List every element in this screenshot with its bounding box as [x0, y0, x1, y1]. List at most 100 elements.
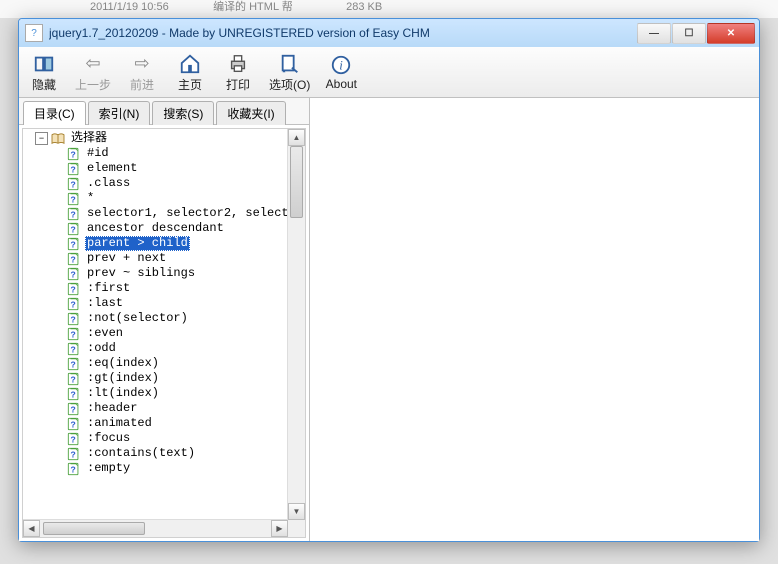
tree-item[interactable]: ? :even: [67, 326, 305, 341]
bg-desc: 编译的 HTML 帮: [213, 0, 343, 14]
window-title: jquery1.7_20120209 - Made by UNREGISTERE…: [49, 26, 636, 40]
tree-item-label: :lt(index): [85, 386, 161, 401]
tree-item[interactable]: ? :focus: [67, 431, 305, 446]
hide-button[interactable]: 隐藏: [27, 52, 61, 93]
tab-index-label: 索引(N): [99, 107, 140, 121]
svg-text:?: ?: [70, 405, 75, 415]
tree-item-label: :contains(text): [85, 446, 197, 461]
main-area: 目录(C) 索引(N) 搜索(S) 收藏夹(I) −选择器?#id?elemen…: [19, 98, 759, 541]
vscroll-track[interactable]: [288, 146, 305, 503]
nav-tabs: 目录(C) 索引(N) 搜索(S) 收藏夹(I): [19, 98, 309, 125]
vscroll-thumb[interactable]: [290, 146, 303, 218]
tree-item-label: :odd: [85, 341, 118, 356]
background-explorer-row: 2011/1/19 10:56 编译的 HTML 帮 283 KB: [0, 0, 778, 18]
svg-text:?: ?: [70, 360, 75, 370]
print-label: 打印: [226, 76, 250, 93]
tree-item-label: :focus: [85, 431, 132, 446]
hide-label: 隐藏: [32, 76, 56, 93]
scroll-right-arrow[interactable]: ▶: [271, 520, 288, 537]
about-button[interactable]: i About: [324, 53, 358, 91]
app-icon: ?: [25, 24, 43, 42]
left-pane: 目录(C) 索引(N) 搜索(S) 收藏夹(I) −选择器?#id?elemen…: [19, 98, 310, 541]
svg-text:?: ?: [70, 345, 75, 355]
tab-search[interactable]: 搜索(S): [152, 101, 214, 125]
tree-item-label: .class: [85, 176, 132, 191]
horizontal-scrollbar[interactable]: ◀ ▶: [23, 519, 288, 537]
tree-item[interactable]: ? :contains(text): [67, 446, 305, 461]
tree-item[interactable]: ?:lt(index): [67, 386, 305, 401]
tree-item-label: :even: [85, 326, 125, 341]
tree-item[interactable]: ? :odd: [67, 341, 305, 356]
tree-item[interactable]: ?ancestor descendant: [67, 221, 305, 236]
close-button[interactable]: ✕: [707, 23, 755, 44]
chm-viewer-window: ? jquery1.7_20120209 - Made by UNREGISTE…: [18, 18, 760, 542]
tree-item[interactable]: ?#id: [67, 146, 305, 161]
tree-item[interactable]: ?:gt(index): [67, 371, 305, 386]
tree-item[interactable]: ?:empty: [67, 461, 305, 476]
help-page-icon: ?: [67, 417, 81, 431]
tab-index[interactable]: 索引(N): [88, 101, 151, 125]
scroll-up-arrow[interactable]: ▲: [288, 129, 305, 146]
options-button[interactable]: 选项(O): [269, 52, 310, 93]
scroll-down-arrow[interactable]: ▼: [288, 503, 305, 520]
print-button[interactable]: 打印: [221, 52, 255, 93]
hscroll-thumb[interactable]: [43, 522, 145, 535]
svg-text:?: ?: [70, 465, 75, 475]
tree-item-label: :not(selector): [85, 311, 190, 326]
vertical-scrollbar[interactable]: ▲ ▼: [287, 129, 305, 520]
svg-text:?: ?: [70, 435, 75, 445]
tab-contents[interactable]: 目录(C): [23, 101, 86, 125]
help-page-icon: ?: [67, 252, 81, 266]
tree-item[interactable]: ?:not(selector): [67, 311, 305, 326]
minimize-button[interactable]: —: [637, 23, 671, 44]
tree-root-node[interactable]: −选择器: [27, 131, 305, 146]
tree-item[interactable]: ?element: [67, 161, 305, 176]
back-button[interactable]: 上一步: [75, 52, 111, 93]
help-page-icon: ?: [67, 357, 81, 371]
tree-item-label: :animated: [85, 416, 154, 431]
tree-item[interactable]: ?:last: [67, 296, 305, 311]
svg-text:?: ?: [70, 330, 75, 340]
help-page-icon: ?: [67, 342, 81, 356]
tree-item-label: :first: [85, 281, 132, 296]
tree-item[interactable]: ?prev ~ siblings: [67, 266, 305, 281]
help-page-icon: ?: [67, 447, 81, 461]
tree-item[interactable]: ? selector1, selector2, selectorN: [67, 206, 305, 221]
maximize-button[interactable]: ☐: [672, 23, 706, 44]
svg-text:?: ?: [70, 195, 75, 205]
caption-buttons: — ☐ ✕: [636, 23, 755, 44]
back-icon: [81, 52, 105, 76]
scroll-left-arrow[interactable]: ◀: [23, 520, 40, 537]
titlebar: ? jquery1.7_20120209 - Made by UNREGISTE…: [19, 19, 759, 47]
forward-label: 前进: [130, 76, 154, 93]
tree-item[interactable]: ?:eq(index): [67, 356, 305, 371]
collapse-icon[interactable]: −: [35, 132, 48, 145]
toolbar: 隐藏 上一步 前进 主页 打印 选项(O): [19, 47, 759, 98]
contents-tree[interactable]: −选择器?#id?element? .class?*? selector1, sel…: [23, 129, 305, 538]
tree-item[interactable]: ?:header: [67, 401, 305, 416]
svg-text:?: ?: [70, 300, 75, 310]
tree-item[interactable]: ?:first: [67, 281, 305, 296]
tree-item-label: ancestor descendant: [85, 221, 226, 236]
svg-text:?: ?: [70, 240, 75, 250]
tree-item[interactable]: ?prev + next: [67, 251, 305, 266]
help-page-icon: ?: [67, 177, 81, 191]
tree-item[interactable]: ? :animated: [67, 416, 305, 431]
back-label: 上一步: [75, 76, 111, 93]
help-page-icon: ?: [67, 327, 81, 341]
home-icon: [178, 52, 202, 76]
tree-item-label: selector1, selector2, selectorN: [85, 206, 305, 221]
svg-text:?: ?: [70, 210, 75, 220]
tree-item[interactable]: ?*: [67, 191, 305, 206]
tree-item[interactable]: ? parent > child: [67, 236, 305, 251]
tree-item-label: parent > child: [85, 236, 190, 251]
svg-text:i: i: [340, 59, 344, 73]
svg-text:?: ?: [70, 450, 75, 460]
help-page-icon: ?: [67, 147, 81, 161]
tree-item[interactable]: ? .class: [67, 176, 305, 191]
home-button[interactable]: 主页: [173, 52, 207, 93]
help-page-icon: ?: [67, 372, 81, 386]
tab-favorites[interactable]: 收藏夹(I): [216, 101, 285, 125]
forward-button[interactable]: 前进: [125, 52, 159, 93]
tree-container: −选择器?#id?element? .class?*? selector1, sel…: [22, 128, 306, 538]
